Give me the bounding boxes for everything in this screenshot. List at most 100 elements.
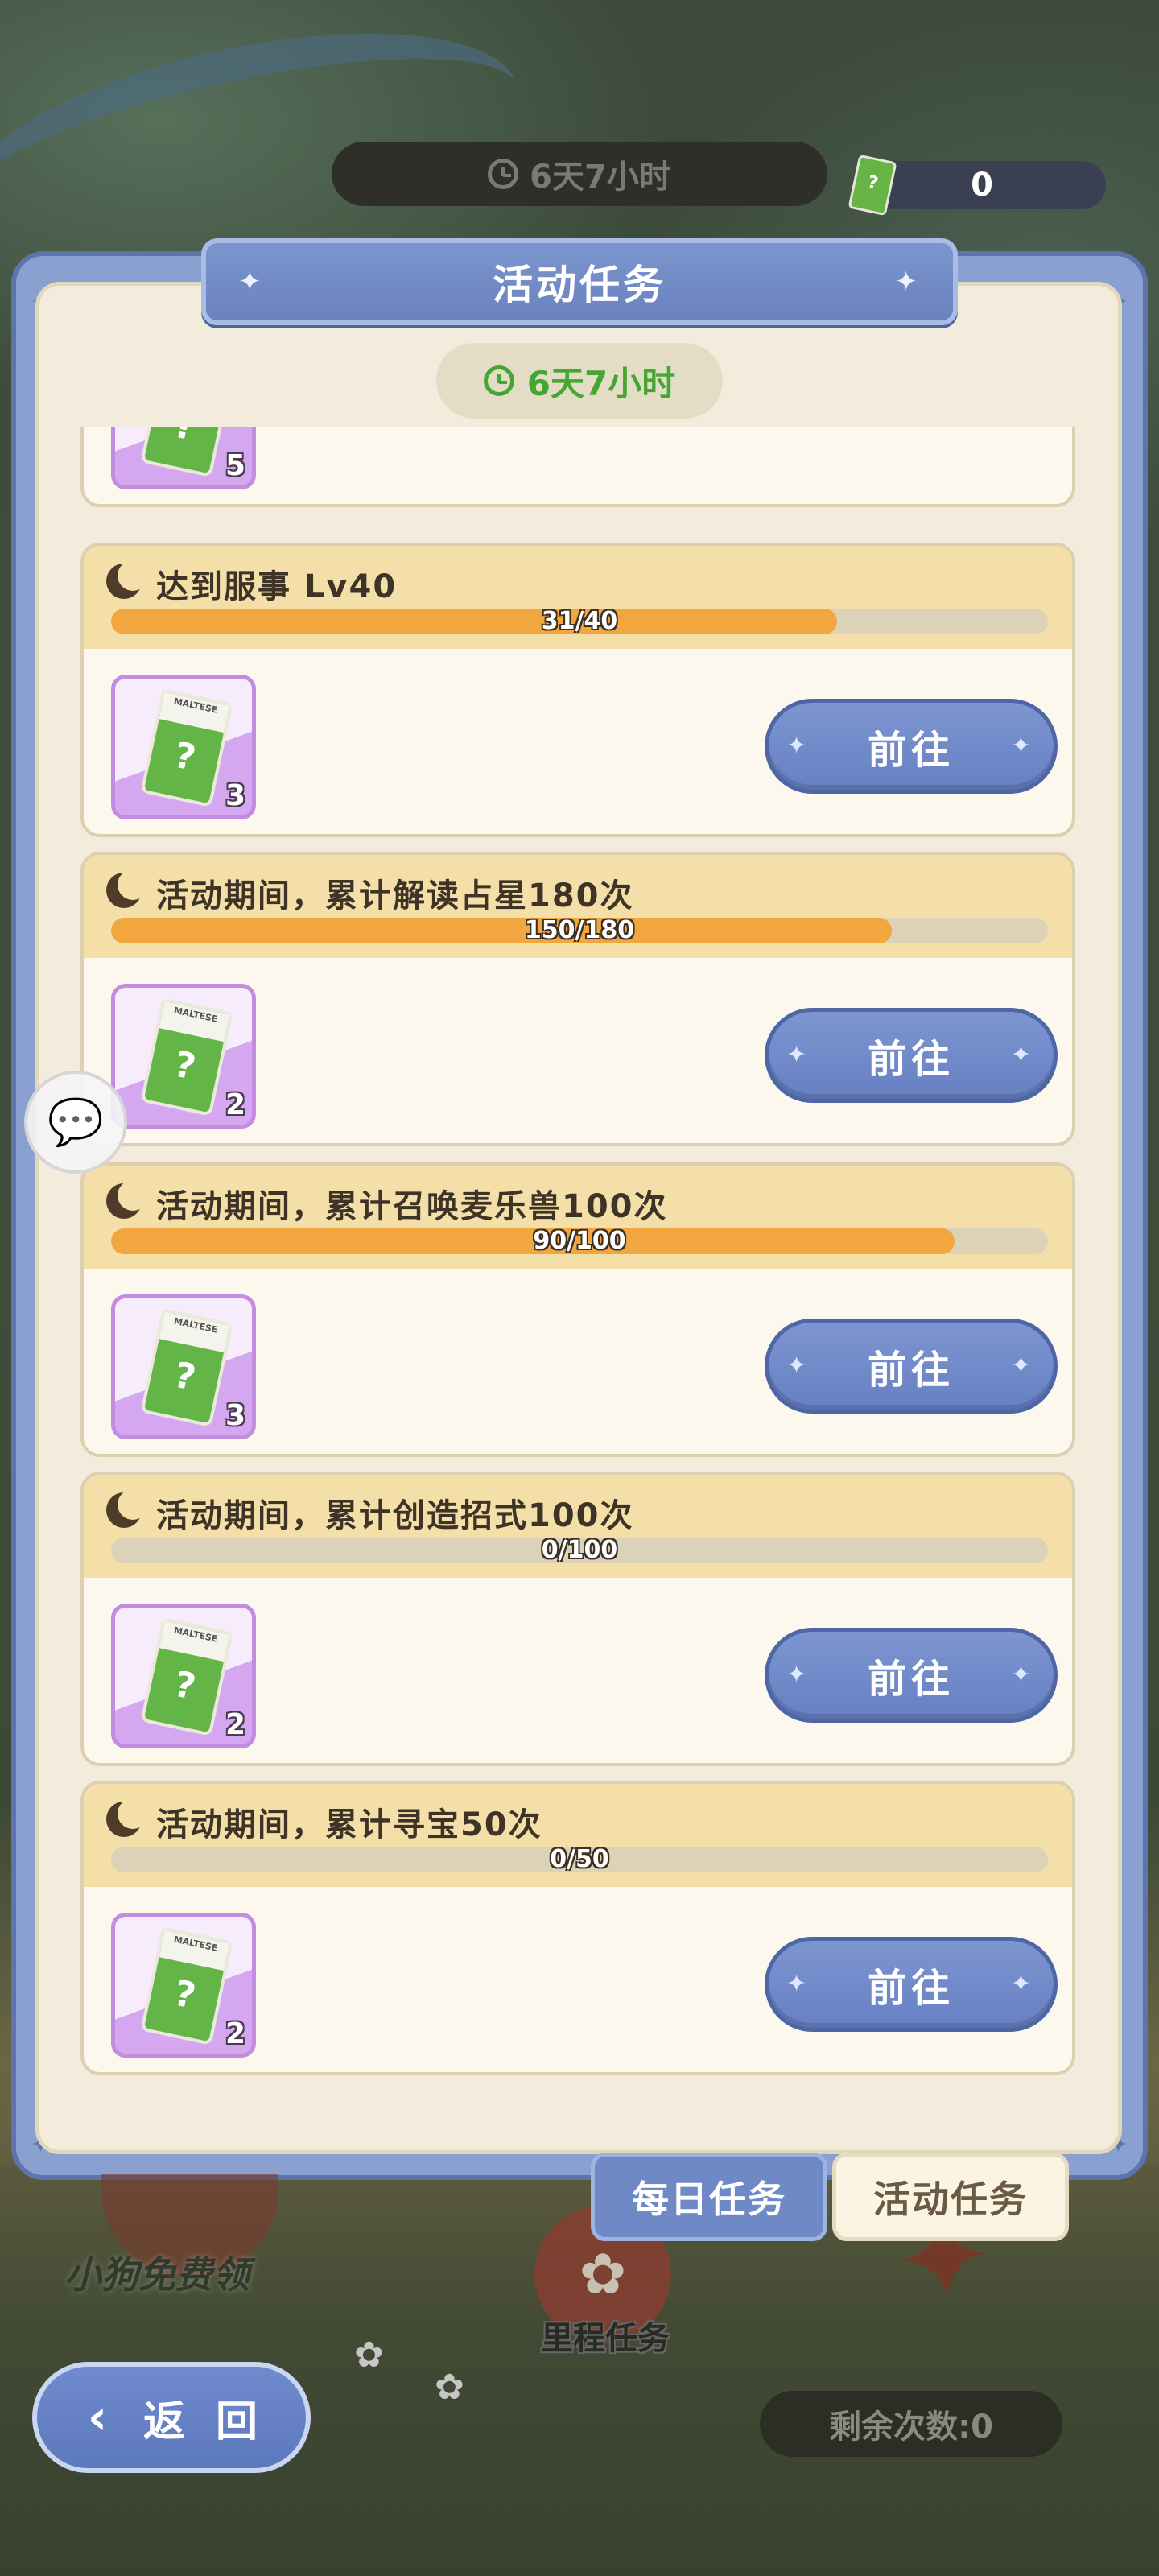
ticket-question-mark: ?	[170, 1663, 200, 1708]
banner-star-icon: ✦	[894, 266, 921, 298]
ticket-label: MALTESE	[159, 691, 229, 733]
back-button[interactable]: ‹ 返 回	[32, 2362, 311, 2473]
flower-icon: ✿	[354, 2334, 384, 2376]
button-star-icon: ✦	[786, 1352, 812, 1380]
panel-title-banner: ✦ 活动任务 ✦	[201, 238, 958, 325]
go-button-label: 前往	[867, 1037, 955, 1082]
task-card: 达到服事 Lv40 31/40 MALTESE ? 3 ✦ 前往 ✦	[80, 543, 1075, 837]
tab-event-tasks[interactable]: 活动任务	[832, 2153, 1069, 2241]
task-title: 活动期间，累计创造招式100次	[156, 1497, 634, 1534]
chat-icon[interactable]: 💬	[24, 1071, 127, 1174]
button-star-icon: ✦	[1010, 1352, 1036, 1380]
go-button[interactable]: ✦ 前往 ✦	[765, 699, 1058, 794]
task-progress-bar: 90/100	[111, 1228, 1048, 1254]
moon-icon	[106, 560, 148, 599]
reward-item[interactable]: MALTESE ? 5	[111, 427, 256, 489]
task-progress-bar: 31/40	[111, 609, 1048, 634]
task-header: 活动期间，累计召唤麦乐兽100次 90/100	[84, 1166, 1072, 1269]
ticket-label: MALTESE	[159, 1930, 229, 1971]
ticket-question-mark: ?	[170, 1972, 200, 2017]
currency-value: 0	[971, 167, 993, 204]
maltese-ticket-icon: MALTESE ?	[140, 1617, 233, 1736]
button-star-icon: ✦	[786, 732, 812, 760]
remaining-count: 剩余次数:0	[760, 2391, 1062, 2457]
ticket-question-mark: ?	[170, 1354, 200, 1399]
button-star-icon: ✦	[786, 1041, 812, 1069]
ticket-label: MALTESE	[159, 1620, 229, 1662]
back-arrow-icon: ‹	[87, 2389, 116, 2446]
moon-icon	[106, 1180, 148, 1219]
button-star-icon: ✦	[1010, 732, 1036, 760]
task-card: 活动期间，累计召唤麦乐兽100次 90/100 MALTESE ? 3 ✦ 前往…	[80, 1162, 1075, 1457]
task-progress-bar: 0/50	[111, 1847, 1048, 1872]
reward-count: 2	[225, 2017, 245, 2050]
reward-count: 2	[225, 1708, 245, 1741]
reward-item[interactable]: MALTESE ? 2	[111, 1913, 256, 2058]
task-card: 活动期间，累计解读占星180次 150/180 MALTESE ? 2 ✦ 前往…	[80, 852, 1075, 1146]
task-card: MALTESE ? 5	[80, 427, 1075, 507]
back-button-label: 返 回	[142, 2397, 266, 2446]
ticket-question-mark: ?	[170, 1043, 200, 1088]
reward-item[interactable]: MALTESE ? 2	[111, 1604, 256, 1748]
go-button[interactable]: ✦ 前往 ✦	[765, 1937, 1058, 2032]
task-progress-bar: 0/100	[111, 1538, 1048, 1563]
free-dog-label: 小狗免费领	[64, 2253, 250, 2297]
clock-icon	[488, 159, 519, 189]
moon-icon	[106, 1489, 148, 1528]
go-button-label: 前往	[867, 728, 955, 773]
reward-item[interactable]: MALTESE ? 3	[111, 1294, 256, 1439]
reward-item[interactable]: MALTESE ? 3	[111, 675, 256, 819]
maltese-ticket-icon: MALTESE ?	[140, 427, 233, 477]
progress-text: 90/100	[533, 1228, 626, 1254]
button-star-icon: ✦	[786, 1970, 812, 1998]
maltese-ticket-icon: MALTESE ?	[140, 688, 233, 807]
flower-icon: ✿	[435, 2367, 464, 2408]
milestone-label: 里程任务	[541, 2320, 670, 2357]
task-header: 达到服事 Lv40 31/40	[84, 546, 1072, 649]
task-header: 活动期间，累计创造招式100次 0/100	[84, 1475, 1072, 1578]
ticket-label: MALTESE	[159, 1311, 229, 1353]
maltese-ticket-icon: MALTESE ?	[140, 1308, 233, 1427]
reward-count: 3	[225, 1399, 245, 1432]
banner-star-icon: ✦	[238, 266, 265, 298]
button-star-icon: ✦	[786, 1661, 812, 1689]
reward-count: 3	[225, 779, 245, 812]
reward-item[interactable]: MALTESE ? 2	[111, 984, 256, 1129]
progress-text: 0/50	[550, 1847, 609, 1872]
task-title: 活动期间，累计解读占星180次	[156, 877, 634, 914]
top-event-timer: 6天7小时	[332, 142, 827, 206]
task-title: 活动期间，累计召唤麦乐兽100次	[156, 1188, 668, 1225]
chat-glyph: 💬	[47, 1096, 104, 1149]
maltese-ticket-icon: MALTESE ?	[140, 1926, 233, 2046]
progress-text: 31/40	[541, 609, 618, 634]
task-list[interactable]: MALTESE ? 5 达到服事 Lv40 31/40 MALTESE ? 3 …	[76, 427, 1083, 2077]
go-button-label: 前往	[867, 1657, 955, 1702]
task-progress-bar: 150/180	[111, 918, 1048, 943]
task-card: 活动期间，累计创造招式100次 0/100 MALTESE ? 2 ✦ 前往 ✦	[80, 1472, 1075, 1766]
moon-icon	[106, 1798, 148, 1837]
button-star-icon: ✦	[1010, 1970, 1036, 1998]
button-star-icon: ✦	[1010, 1041, 1036, 1069]
ticket-question-mark: ?	[170, 427, 200, 449]
go-button-label: 前往	[867, 1348, 955, 1393]
task-title: 活动期间，累计寻宝50次	[156, 1806, 542, 1843]
task-card: 活动期间，累计寻宝50次 0/50 MALTESE ? 2 ✦ 前往 ✦	[80, 1781, 1075, 2075]
clock-icon	[483, 365, 514, 396]
ticket-question-mark: ?	[170, 734, 200, 779]
task-header: 活动期间，累计解读占星180次 150/180	[84, 855, 1072, 958]
go-button[interactable]: ✦ 前往 ✦	[765, 1628, 1058, 1723]
task-header: 活动期间，累计寻宝50次 0/50	[84, 1784, 1072, 1887]
reward-count: 2	[225, 1088, 245, 1121]
go-button[interactable]: ✦ 前往 ✦	[765, 1319, 1058, 1414]
top-timer-text: 6天7小时	[530, 159, 671, 196]
go-button-label: 前往	[867, 1966, 955, 2011]
task-title: 达到服事 Lv40	[156, 568, 398, 605]
progress-text: 0/100	[541, 1538, 618, 1563]
panel-title: 活动任务	[493, 262, 666, 308]
panel-timer-text: 6天7小时	[526, 363, 676, 403]
button-star-icon: ✦	[1010, 1661, 1036, 1689]
moon-icon	[106, 869, 148, 908]
panel-timer: 6天7小时	[436, 343, 723, 419]
go-button[interactable]: ✦ 前往 ✦	[765, 1008, 1058, 1103]
tab-daily-tasks[interactable]: 每日任务	[591, 2153, 827, 2241]
